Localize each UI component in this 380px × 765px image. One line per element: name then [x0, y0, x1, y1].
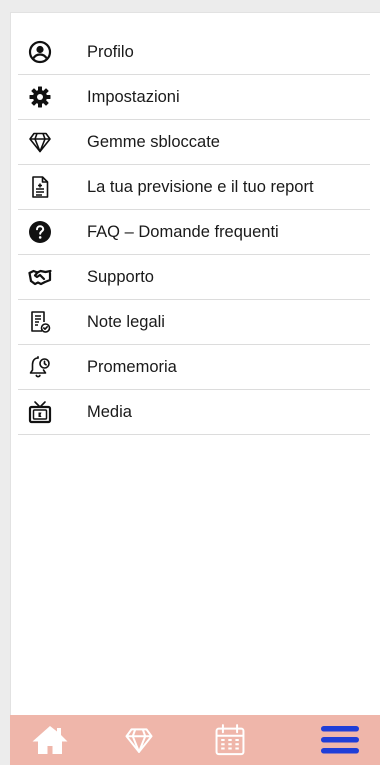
handshake-icon	[28, 265, 52, 289]
menu-item-label: La tua previsione e il tuo report	[87, 178, 314, 196]
menu-icon	[321, 726, 359, 754]
menu-item-label: Media	[87, 403, 132, 421]
tab-menu[interactable]	[310, 715, 370, 765]
calendar-icon	[215, 724, 245, 756]
menu-item-profilo[interactable]: Profilo	[18, 30, 370, 75]
menu-item-impostazioni[interactable]: Impostazioni	[18, 75, 370, 120]
menu-item-note-legali[interactable]: Note legali	[18, 300, 370, 345]
menu-item-supporto[interactable]: Supporto	[18, 255, 370, 300]
user-circle-icon	[28, 40, 52, 64]
menu-item-gemme-sbloccate[interactable]: Gemme sbloccate	[18, 120, 370, 165]
diamond-icon	[28, 130, 52, 154]
menu-item-label: Note legali	[87, 313, 165, 331]
menu-item-label: Profilo	[87, 43, 134, 61]
menu-item-promemoria[interactable]: Promemoria	[18, 345, 370, 390]
settings-menu: Profilo Impostazioni Gemme sbloccate La …	[18, 30, 370, 435]
bell-clock-icon	[28, 355, 52, 379]
legal-document-icon	[28, 310, 52, 334]
document-icon	[28, 175, 52, 199]
menu-item-media[interactable]: Media	[18, 390, 370, 435]
question-circle-icon	[28, 220, 52, 244]
gear-icon	[28, 85, 52, 109]
menu-item-label: FAQ – Domande frequenti	[87, 223, 279, 241]
tv-icon	[28, 400, 52, 424]
bottom-navigation	[10, 715, 380, 765]
tab-calendar[interactable]	[200, 715, 260, 765]
home-icon	[32, 726, 68, 754]
diamond-icon	[125, 728, 153, 753]
menu-item-label: Impostazioni	[87, 88, 180, 106]
menu-item-label: Gemme sbloccate	[87, 133, 220, 151]
tab-home[interactable]	[20, 715, 80, 765]
menu-item-label: Promemoria	[87, 358, 177, 376]
menu-item-label: Supporto	[87, 268, 154, 286]
menu-item-previsione-report[interactable]: La tua previsione e il tuo report	[18, 165, 370, 210]
menu-item-faq[interactable]: FAQ – Domande frequenti	[18, 210, 370, 255]
tab-gems[interactable]	[109, 715, 169, 765]
